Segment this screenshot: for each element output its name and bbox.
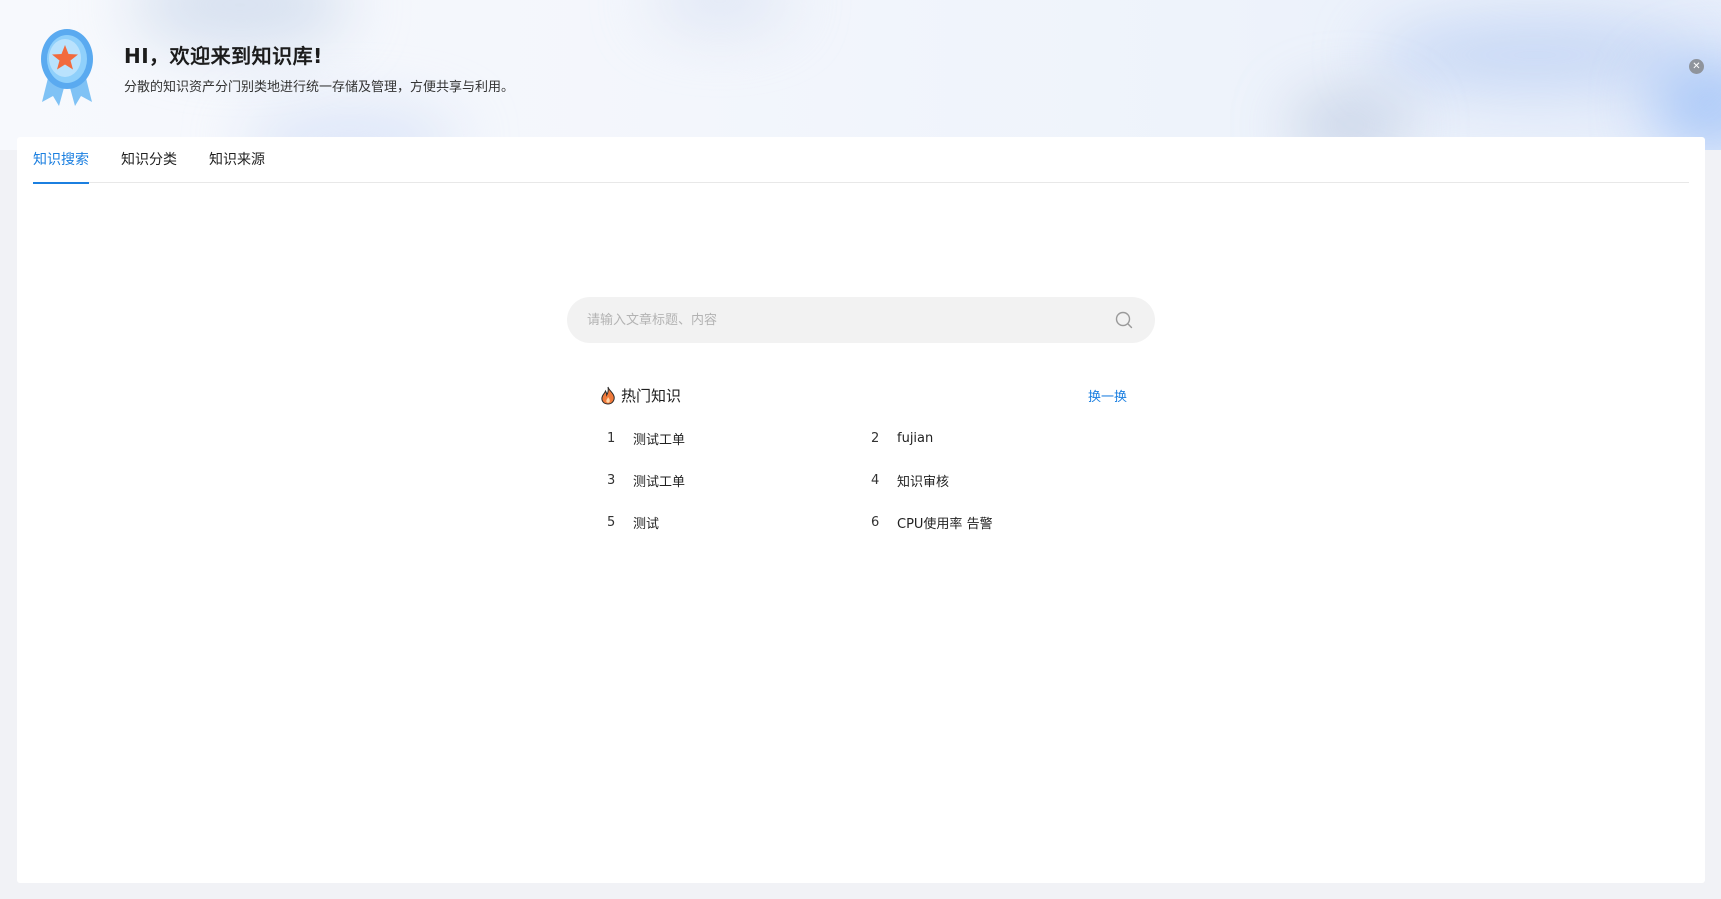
hot-knowledge-header: 热门知识 (600, 384, 681, 406)
list-item[interactable]: 3 测试工单 (607, 459, 871, 501)
item-title: 测试 (633, 516, 660, 532)
main-card: 知识搜索 知识分类 知识来源 热门知识 换一换 1 测试工单 2 fujian … (17, 137, 1705, 883)
search-icon[interactable] (1115, 311, 1133, 329)
rank-number: 5 (607, 514, 616, 530)
hot-knowledge-list: 1 测试工单 2 fujian 3 测试工单 4 知识审核 5 测试 6 CPU… (607, 417, 1127, 543)
rank-number: 2 (871, 430, 880, 446)
list-item[interactable]: 6 CPU使用率 告警 (871, 501, 1127, 543)
rank-number: 4 (871, 472, 880, 488)
greeting-title: HI，欢迎来到知识库! (124, 44, 323, 68)
rank-number: 3 (607, 472, 616, 488)
fire-icon (601, 386, 615, 405)
hot-knowledge-title: 热门知识 (621, 386, 682, 405)
item-title: fujian (897, 430, 934, 446)
item-title: 知识审核 (897, 474, 950, 490)
welcome-banner: HI，欢迎来到知识库! 分散的知识资产分门别类地进行统一存储及管理，方便共享与利… (0, 0, 1721, 150)
item-title: 测试工单 (633, 474, 686, 490)
list-item[interactable]: 2 fujian (871, 417, 1127, 459)
tab-knowledge-search[interactable]: 知识搜索 (33, 137, 89, 184)
list-item[interactable]: 5 测试 (607, 501, 871, 543)
close-icon[interactable]: ✕ (1689, 59, 1704, 74)
list-item[interactable]: 4 知识审核 (871, 459, 1127, 501)
rank-number: 1 (607, 430, 616, 446)
refresh-button[interactable]: 换一换 (1088, 386, 1127, 405)
tab-knowledge-source[interactable]: 知识来源 (209, 137, 265, 183)
search-box (567, 297, 1155, 343)
medal-icon (41, 29, 93, 106)
search-input[interactable] (587, 297, 1087, 343)
rank-number: 6 (871, 514, 880, 530)
banner-description: 分散的知识资产分门别类地进行统一存储及管理，方便共享与利用。 (124, 80, 515, 95)
item-title: CPU使用率 告警 (897, 516, 993, 532)
tab-bar: 知识搜索 知识分类 知识来源 (33, 137, 1689, 184)
item-title: 测试工单 (633, 432, 686, 448)
tab-knowledge-category[interactable]: 知识分类 (121, 137, 177, 183)
list-item[interactable]: 1 测试工单 (607, 417, 871, 459)
